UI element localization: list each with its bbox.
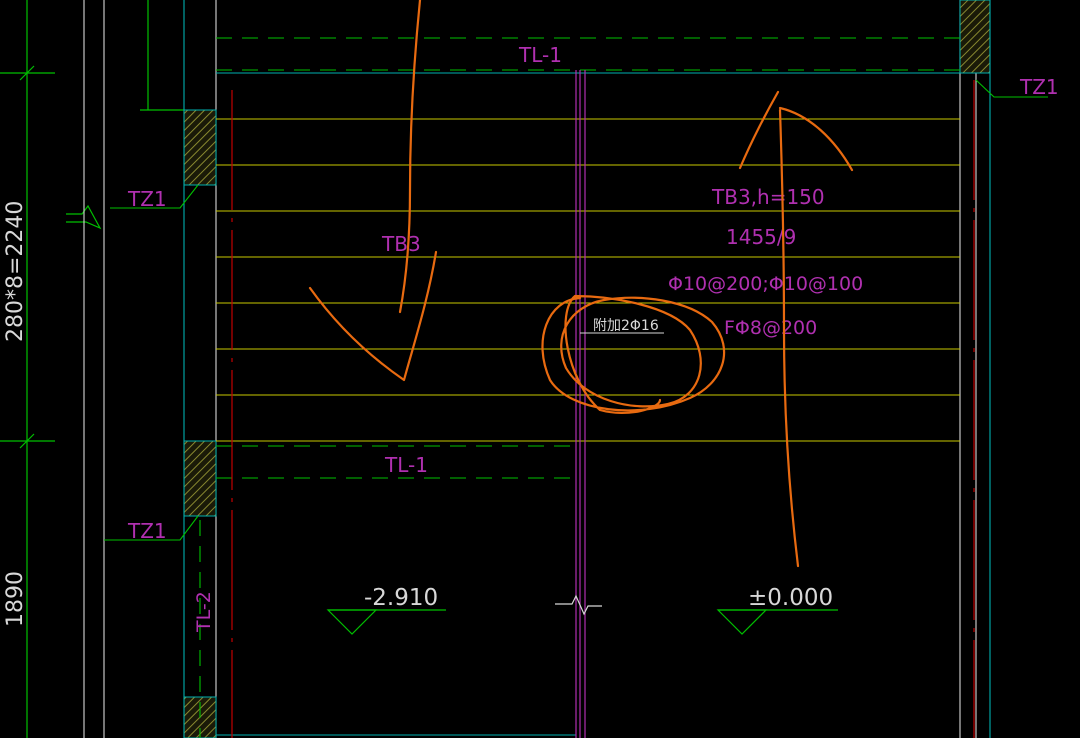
label-tz1-left-lower: TZ1 [127,519,167,543]
dimension-lower: 1890 [3,571,28,627]
beam-edges [183,0,991,738]
label-tz1-right: TZ1 [1019,75,1059,99]
label-tl1-top: TL-1 [518,43,562,67]
label-tb-size: 1455/9 [726,225,796,249]
stair-plan-drawing: 280*8=2240 1890 TL-1 TL-1 TL-2 TZ1 TZ1 T… [0,0,1059,738]
column-hatches [183,0,991,738]
label-tb-right: TB3,h=150 [711,185,825,209]
elevation-marks [326,609,838,635]
elevation-right: ±0.000 [748,585,833,611]
label-tl2: TL-2 [193,591,215,633]
label-rebar-main: Φ10@200;Φ10@100 [668,273,863,295]
break-mark [555,594,602,616]
column-tz1-right [959,0,991,74]
down-arrow-icon [308,0,438,382]
label-tb-left: TB3 [381,232,421,256]
elevation-left: -2.910 [364,585,438,611]
label-tz1-left-upper: TZ1 [127,187,167,211]
column-tz1-lower-left [183,440,217,517]
wall-lines [83,0,977,738]
label-rebar-dist: FΦ8@200 [724,317,817,339]
column-tz1-upper-left [183,109,217,186]
dimension-stair-run: 280*8=2240 [3,201,28,342]
label-tl1-mid: TL-1 [384,453,428,477]
label-added-bar: 附加2Φ16 [593,318,659,334]
